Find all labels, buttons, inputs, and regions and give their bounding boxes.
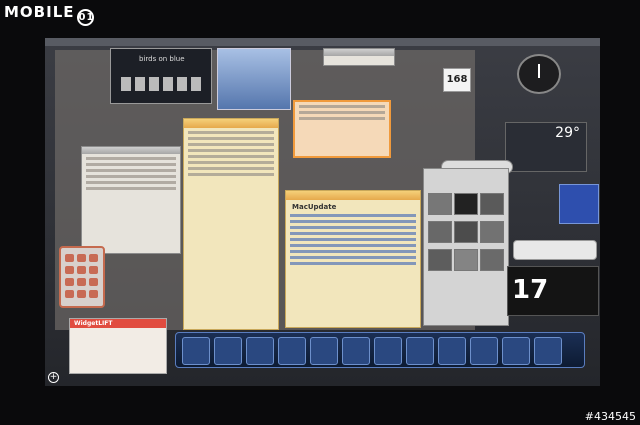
weather-temp: 29° [555,125,580,141]
player-widget[interactable] [513,240,597,260]
macupdate-widget[interactable]: MacUpdate [285,190,421,328]
blue-list-widget [559,184,599,224]
widgetlift-widget[interactable]: WidgetLIFT [69,318,167,374]
blue-widget[interactable] [217,48,291,110]
widget-brand: WidgetLIFT [70,319,166,328]
slider-widget[interactable] [323,48,395,66]
monitor-screen: birds on blue 168 29° MacUpdate 17 Widge… [45,38,600,386]
system-monitor-bar [175,332,585,368]
birds-widget[interactable]: birds on blue [110,48,212,104]
calendar-small-widget: 168 [443,68,471,92]
clock-widget [517,54,561,94]
calendar-big-day: 17 [512,275,549,305]
calculator-widget[interactable] [59,246,105,308]
macupdate-title: MacUpdate [292,203,337,211]
birds-widget-title: birds on blue [139,55,185,63]
text-window-left[interactable] [81,146,181,254]
birds-icon [121,77,201,91]
calendar-big-widget: 17 [507,266,599,316]
yellow-widget-middle[interactable] [183,118,279,330]
brand-text: MOBILE [4,3,75,21]
watermark: #434545 [584,410,636,423]
brand-logo: MOBILE 01 [4,3,94,26]
notes-widget[interactable] [293,100,391,158]
calendar-small-day: 168 [446,74,468,85]
gallery-widget[interactable] [423,168,509,326]
add-widget-button[interactable]: + [48,372,59,383]
weather-widget: 29° [505,122,587,172]
clock-icon [538,64,540,78]
apple-icon [454,193,478,215]
brand-ring: 01 [76,9,94,26]
menu-bar [45,38,600,46]
